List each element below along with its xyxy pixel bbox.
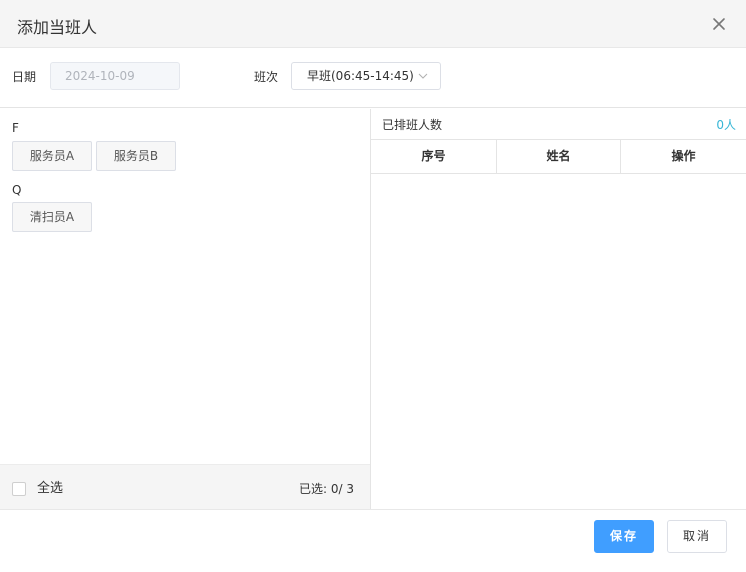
staff-chip[interactable]: 服务员A (12, 141, 92, 171)
save-button[interactable]: 保存 (594, 520, 654, 553)
staff-picker-panel: F 服务员A 服务员B Q 清扫员A 全选 已选: 0/ 3 (0, 109, 371, 509)
scheduled-title: 已排班人数 (382, 118, 443, 132)
group-letter-q: Q (12, 183, 22, 197)
dialog-header: 添加当班人 (0, 0, 746, 48)
dialog-title: 添加当班人 (17, 18, 98, 37)
selected-count: 已选: 0/ 3 (299, 482, 354, 496)
shift-label: 班次 (254, 70, 279, 84)
scheduled-header: 已排班人数 0人 (371, 109, 746, 140)
filter-row: 日期 2024-10-09 班次 早班(06:45-14:45) (0, 48, 746, 108)
close-icon[interactable] (712, 17, 726, 31)
staff-chip[interactable]: 清扫员A (12, 202, 92, 232)
scheduled-table-header: 序号 姓名 操作 (371, 140, 746, 174)
select-all-label[interactable]: 全选 (37, 481, 63, 497)
date-input[interactable]: 2024-10-09 (50, 62, 180, 90)
shift-select-value: 早班(06:45-14:45) (307, 69, 414, 83)
scheduled-count: 0人 (716, 118, 736, 132)
picker-footer: 全选 已选: 0/ 3 (0, 464, 370, 509)
staff-chip[interactable]: 服务员B (96, 141, 176, 171)
shift-select[interactable]: 早班(06:45-14:45) (291, 62, 441, 90)
column-header-action: 操作 (671, 149, 696, 163)
footer-divider (0, 509, 746, 510)
group-letter-f: F (12, 121, 19, 135)
scheduled-panel: 已排班人数 0人 序号 姓名 操作 (371, 109, 746, 509)
add-on-duty-dialog: 添加当班人 日期 2024-10-09 班次 早班(06:45-14:45) F… (0, 0, 746, 572)
select-all-checkbox[interactable] (12, 482, 26, 496)
column-header-index: 序号 (371, 140, 497, 173)
column-header-name: 姓名 (497, 140, 621, 173)
chevron-down-icon (418, 73, 428, 79)
cancel-button[interactable]: 取消 (667, 520, 727, 553)
date-label: 日期 (12, 70, 37, 84)
